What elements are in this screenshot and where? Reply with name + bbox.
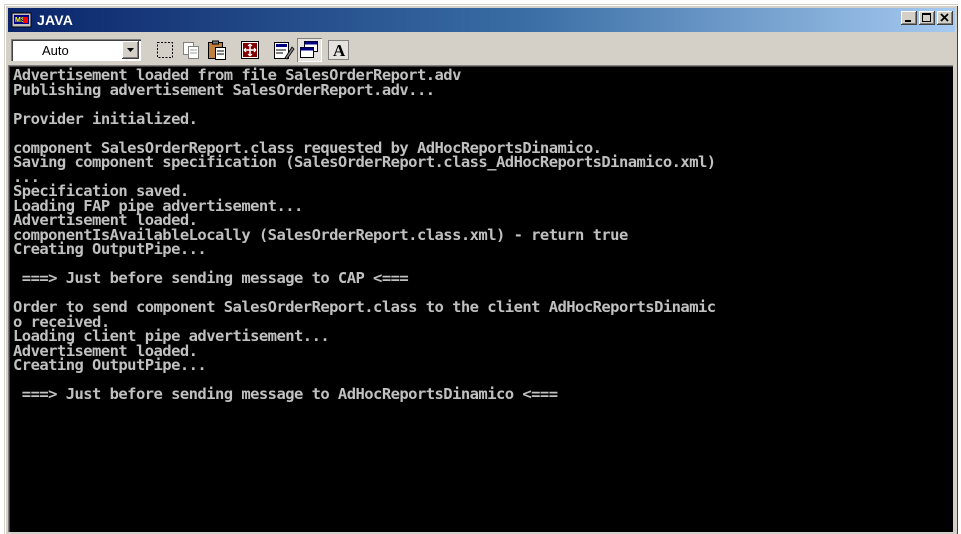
font-icon: A: [328, 40, 349, 60]
font-button[interactable]: A: [326, 38, 351, 62]
properties-button[interactable]: [271, 38, 296, 62]
window-title: JAVA: [37, 12, 74, 28]
console-window: MS JAVA Auto A Advertisement loaded from…: [4, 4, 958, 534]
console-output[interactable]: Advertisement loaded from file SalesOrde…: [8, 65, 953, 532]
full-screen-button[interactable]: [238, 38, 263, 62]
maximize-button[interactable]: [919, 11, 935, 25]
paste-icon: [208, 40, 226, 60]
title-bar[interactable]: MS JAVA: [8, 8, 955, 32]
font-size-select[interactable]: Auto: [11, 39, 141, 61]
console-line: ===> Just before sending message to AdHo…: [13, 385, 558, 403]
ms-dos-icon[interactable]: MS: [11, 11, 33, 29]
background-icon: [300, 41, 318, 58]
paste-button[interactable]: [205, 38, 230, 62]
copy-icon: [183, 42, 199, 59]
console-line: Creating OutputPipe...: [13, 240, 207, 258]
minimize-button[interactable]: [901, 11, 917, 25]
minimize-icon: [905, 20, 911, 22]
maximize-icon: [922, 13, 931, 22]
console-line: Publishing advertisement SalesOrderRepor…: [13, 80, 435, 99]
svg-text:A: A: [333, 41, 346, 60]
console-text: Advertisement loaded from file SalesOrde…: [13, 68, 716, 402]
toolbar: Auto A: [8, 33, 955, 65]
copy-button[interactable]: [179, 38, 204, 62]
console-line: Creating OutputPipe...: [13, 356, 207, 374]
console-line: Order to send component SalesOrderReport…: [13, 298, 716, 316]
properties-icon: [274, 42, 295, 60]
console-line: ===> Just before sending message to CAP …: [13, 269, 409, 287]
close-icon: [940, 13, 949, 22]
font-size-value: Auto: [42, 43, 69, 58]
mark-icon: [157, 42, 173, 58]
close-button[interactable]: [937, 11, 953, 25]
console-line: Saving component specification (SalesOrd…: [13, 153, 716, 171]
dropdown-button[interactable]: [122, 41, 139, 59]
chevron-down-icon: [127, 48, 134, 52]
console-line: Provider initialized.: [13, 109, 198, 128]
background-button[interactable]: [297, 38, 322, 62]
full-screen-icon: [241, 41, 259, 59]
mark-button[interactable]: [153, 38, 178, 62]
